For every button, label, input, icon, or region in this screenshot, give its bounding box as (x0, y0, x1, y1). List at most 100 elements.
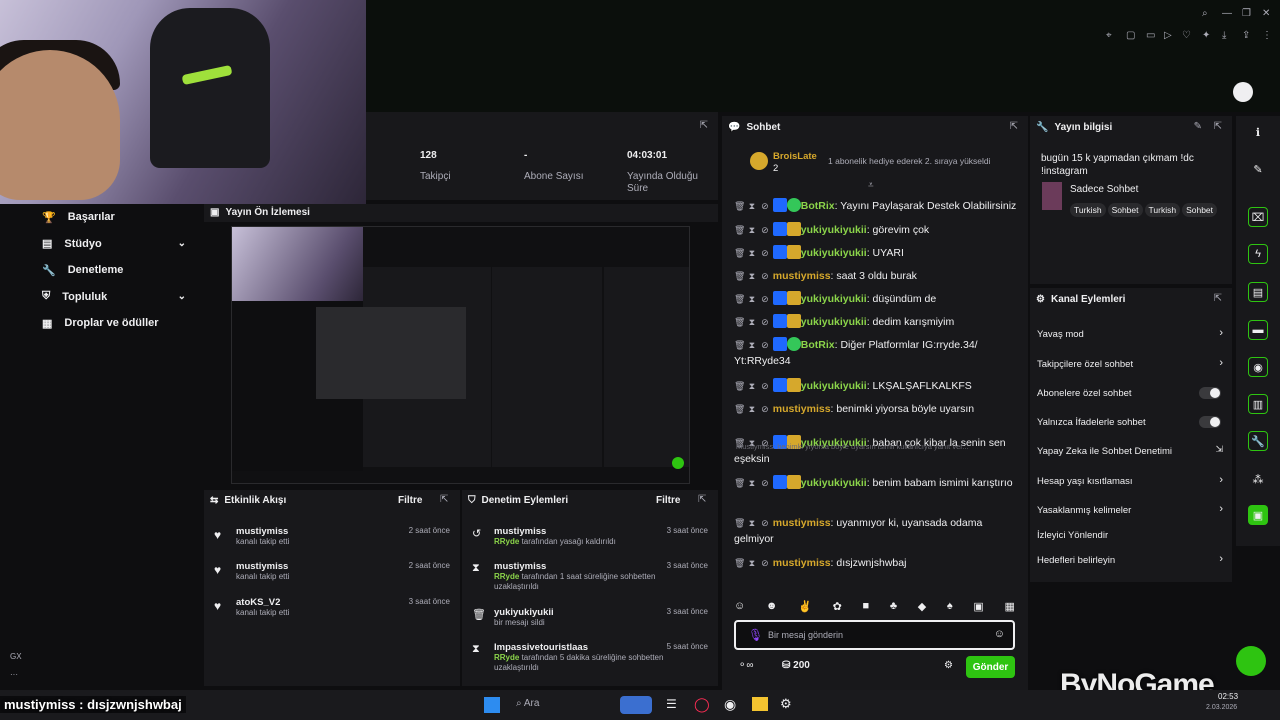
layout-icon[interactable]: ▥ (1248, 394, 1268, 414)
trash-icon[interactable]: 🗑 (734, 222, 745, 238)
followers-only-item[interactable]: Takipçilere özel sohbet › (1037, 357, 1227, 370)
timeout-icon[interactable]: ⧗ (747, 198, 757, 214)
chat-username[interactable]: yukiyukiyukii (801, 247, 867, 259)
popout-icon[interactable]: ⇱ (440, 494, 448, 505)
tag[interactable]: Turkish (1144, 203, 1181, 217)
timeout-icon[interactable]: ⧗ (747, 337, 757, 353)
mod-user[interactable]: Impassivetouristlaas (494, 642, 674, 653)
chat-username[interactable]: BotRix (801, 339, 835, 351)
close-icon[interactable]: ✕ (1262, 8, 1270, 19)
taskbar-app-icon[interactable]: ☰ (666, 697, 677, 711)
chat-username[interactable]: yukiyukiyukii (801, 477, 867, 489)
chat-username[interactable]: yukiyukiyukii (801, 224, 867, 236)
subs-only-toggle[interactable] (1199, 387, 1221, 399)
timeout-icon[interactable]: ⧗ (747, 222, 757, 238)
trash-icon[interactable]: 🗑 (734, 198, 745, 214)
emote-icon[interactable]: ■ (862, 600, 869, 616)
more-dots[interactable]: ··· (10, 670, 18, 679)
nav-drops[interactable]: ▦ Droplar ve ödüller (0, 310, 204, 337)
collapse-icon[interactable]: ⩡ (868, 180, 874, 191)
edit-icon[interactable]: ✎ (1194, 121, 1202, 132)
popout-icon[interactable]: ⇱ (1214, 293, 1222, 304)
emote-icon[interactable]: ✿ (833, 600, 842, 616)
pinned-user[interactable]: BroisLate (773, 151, 817, 162)
taskbar-widget[interactable] (620, 696, 652, 714)
download-icon[interactable]: ⤓ (1222, 30, 1226, 41)
chat-username[interactable]: mustiymiss (773, 517, 831, 529)
chat-username[interactable]: yukiyukiyukii (801, 293, 867, 305)
maximize-icon[interactable]: ❐ (1242, 8, 1251, 19)
emote-icon[interactable]: ☻ (766, 600, 778, 616)
obs-icon[interactable]: ◉ (724, 696, 736, 713)
ban-icon[interactable]: ⊘ (760, 245, 770, 261)
ban-icon[interactable]: ⊘ (760, 555, 770, 571)
message-icon[interactable]: ▬ (1248, 320, 1268, 340)
send-button[interactable]: Gönder (966, 656, 1015, 678)
mod-user[interactable]: mustiymiss (494, 526, 644, 537)
chat-username[interactable]: BotRix (801, 200, 835, 212)
add-icon[interactable]: ▣ (1248, 505, 1268, 525)
settings-link-icon[interactable]: ⚬∞ (738, 660, 754, 671)
emoji-icon[interactable]: ☺ (994, 628, 1005, 640)
category-name[interactable]: Sadece Sohbet (1070, 184, 1138, 195)
ban-icon[interactable]: ⊘ (760, 378, 770, 394)
search-icon[interactable]: ⌕ (1202, 8, 1208, 19)
trash-icon[interactable]: 🗑 (734, 337, 745, 353)
emote-icon[interactable]: ☺ (734, 600, 745, 616)
mic-icon[interactable]: 🎙 (748, 628, 763, 642)
tag[interactable]: Sohbet (1182, 203, 1218, 217)
tag[interactable]: Turkish (1070, 203, 1106, 217)
play-icon[interactable]: ▷ (1164, 30, 1172, 41)
share-nodes-icon[interactable]: ⁂ (1248, 469, 1268, 489)
mod-user[interactable]: mustiymiss (494, 561, 674, 572)
subs-only-item[interactable]: Abonelere özel sohbet (1037, 387, 1227, 399)
trash-icon[interactable]: 🗑 (734, 475, 745, 491)
activity-filter-button[interactable]: Filtre (398, 495, 422, 506)
emote-icon[interactable]: ♠ (947, 600, 953, 616)
snapshot-icon[interactable]: ▢ (1126, 30, 1135, 41)
timeout-icon[interactable]: ⧗ (747, 378, 757, 394)
ban-icon[interactable]: ⊘ (760, 314, 770, 330)
heart-icon[interactable]: ♡ (1182, 30, 1191, 41)
chat-username[interactable]: mustiymiss (773, 270, 831, 282)
ban-icon[interactable]: ⊘ (760, 291, 770, 307)
mod-filter-button[interactable]: Filtre (656, 495, 680, 506)
windows-start-icon[interactable] (484, 697, 500, 713)
trash-icon[interactable]: 🗑 (734, 291, 745, 307)
trash-icon[interactable]: 🗑 (734, 245, 745, 261)
gear-icon[interactable]: ⚙ (944, 660, 953, 671)
folder-icon[interactable] (752, 697, 768, 711)
nav-community[interactable]: ⛨ Topluluk ⌄ (0, 284, 204, 311)
menu-icon[interactable]: ⋮ (1262, 30, 1272, 41)
timeout-icon[interactable]: ⧗ (747, 268, 757, 284)
slow-mode-item[interactable]: Yavaş mod › (1037, 327, 1227, 340)
share-icon[interactable]: ⇪ (1242, 30, 1250, 41)
goals-item[interactable]: Hedefleri belirleyin › (1037, 553, 1227, 566)
emote-only-toggle[interactable] (1199, 416, 1221, 428)
lightning-icon[interactable]: ϟ (1248, 244, 1268, 264)
emote-only-item[interactable]: Yalnızca İfadelerle sohbet (1037, 416, 1227, 428)
gx-label[interactable]: GX (10, 652, 22, 661)
ban-icon[interactable]: ⊘ (760, 401, 770, 417)
chat-username[interactable]: yukiyukiyukii (801, 316, 867, 328)
minimize-icon[interactable]: — (1222, 8, 1232, 19)
nav-achievements[interactable]: 🏆 Başarılar (0, 204, 204, 231)
ban-icon[interactable]: ⊘ (760, 515, 770, 531)
nav-studio[interactable]: ▤ Stüdyo ⌄ (0, 231, 204, 258)
emote-icon[interactable]: ✌ (798, 600, 812, 616)
trash-icon[interactable]: 🗑 (734, 268, 745, 284)
opera-icon[interactable]: ◯ (694, 696, 710, 713)
clipboard-icon[interactable]: ▤ (1248, 282, 1268, 302)
trash-icon[interactable]: 🗑 (734, 314, 745, 330)
nav-moderation[interactable]: 🔧 Denetleme (0, 257, 204, 284)
channel-points[interactable]: ⛁ 200 (782, 660, 810, 671)
ai-moderation-item[interactable]: Yapay Zeka ile Sohbet Denetimi ⇲ (1037, 444, 1227, 457)
timeout-icon[interactable]: ⧗ (747, 245, 757, 261)
timeout-icon[interactable]: ⧗ (747, 401, 757, 417)
emote-icon[interactable]: ▣ (973, 600, 983, 616)
timeout-icon[interactable]: ⧗ (747, 555, 757, 571)
pin-icon[interactable]: ⌖ (1106, 30, 1112, 41)
info-icon[interactable]: ℹ (1248, 122, 1268, 142)
chat-username[interactable]: mustiymiss (773, 557, 831, 569)
mod-user[interactable]: yukiyukiyukii (494, 607, 644, 618)
